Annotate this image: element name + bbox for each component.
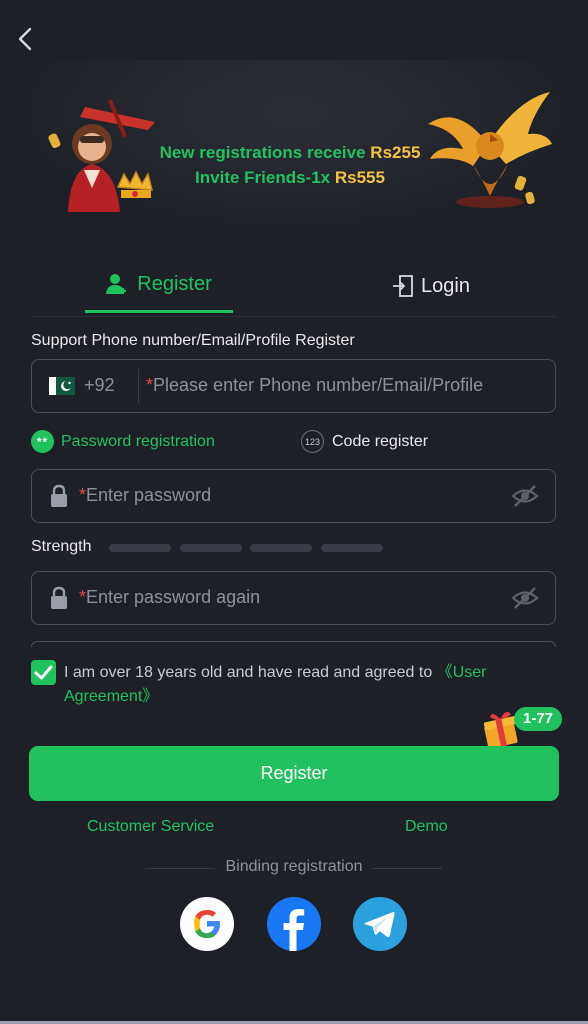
tab-login[interactable]: Login xyxy=(361,258,501,314)
strength-bar xyxy=(180,544,242,552)
telegram-icon[interactable] xyxy=(353,897,407,951)
support-label: Support Phone number/Email/Profile Regis… xyxy=(31,332,355,349)
confirm-password-placeholder: Enter password again xyxy=(86,587,261,607)
strength-bar xyxy=(250,544,312,552)
banner-line1-text: New registrations receive xyxy=(159,143,371,162)
required-mark: * xyxy=(79,587,87,607)
add-user-icon xyxy=(106,274,127,294)
agreement-checkbox[interactable] xyxy=(31,660,56,685)
eye-slash-icon[interactable] xyxy=(511,484,539,508)
code-register-option[interactable]: 123 Code register xyxy=(301,430,428,453)
password-mode-icon: ** xyxy=(31,430,54,453)
password-registration-label: Password registration xyxy=(61,432,215,450)
password-input[interactable]: *Enter password xyxy=(79,485,211,506)
required-mark: * xyxy=(79,485,87,505)
binding-registration-label: Binding registration xyxy=(225,858,363,875)
registration-mode-selector: ** Password registration 123 Code regist… xyxy=(31,430,556,456)
google-icon[interactable] xyxy=(180,897,234,951)
country-code[interactable]: +92 xyxy=(84,375,115,396)
banner-line-invite-bonus: Invite Friends-1x Rs555 xyxy=(140,168,440,188)
app-screen: New registrations receive Rs255 Invite F… xyxy=(0,0,588,1024)
back-icon[interactable] xyxy=(14,26,38,52)
eye-slash-icon[interactable] xyxy=(511,586,539,610)
next-field-edge xyxy=(31,641,556,647)
banner-line-register-bonus: New registrations receive Rs255 xyxy=(140,143,440,163)
gift-badge[interactable]: 1-77 xyxy=(514,707,563,731)
phone-placeholder: Please enter Phone number/Email/Profile xyxy=(153,375,484,395)
strength-label: Strength xyxy=(31,538,92,555)
facebook-icon[interactable] xyxy=(267,897,321,951)
phone-input[interactable]: *Please enter Phone number/Email/Profile xyxy=(146,375,483,396)
checkmark-icon xyxy=(34,665,53,680)
phone-field[interactable]: +92 *Please enter Phone number/Email/Pro… xyxy=(31,359,556,413)
field-divider xyxy=(138,369,139,403)
banner-line2-amount: Rs555 xyxy=(334,168,385,187)
tab-register-label: Register xyxy=(137,272,212,295)
login-door-icon xyxy=(393,275,413,297)
pakistan-flag-icon[interactable] xyxy=(49,377,75,395)
password-registration-option[interactable]: ** Password registration xyxy=(31,430,215,453)
demo-link[interactable]: Demo xyxy=(405,818,448,836)
lock-icon xyxy=(51,484,67,507)
confirm-password-field[interactable]: *Enter password again xyxy=(31,571,556,625)
customer-service-link[interactable]: Customer Service xyxy=(87,818,214,836)
strength-bar xyxy=(109,544,171,552)
register-button[interactable]: Register xyxy=(29,746,559,801)
lock-icon xyxy=(51,586,67,609)
required-mark: * xyxy=(146,375,154,395)
strength-bar xyxy=(321,544,383,552)
code-mode-icon: 123 xyxy=(301,430,324,453)
banner-line1-amount: Rs255 xyxy=(370,143,421,162)
password-field[interactable]: *Enter password xyxy=(31,469,556,523)
auth-tabs: Register Login xyxy=(31,258,556,317)
code-register-label: Code register xyxy=(332,432,429,450)
banner-line2-text: Invite Friends-1x xyxy=(195,168,335,187)
agreement-label: I am over 18 years old and have read and… xyxy=(64,664,437,681)
confirm-password-input[interactable]: *Enter password again xyxy=(79,587,260,608)
tab-login-label: Login xyxy=(421,274,470,297)
password-placeholder: Enter password xyxy=(86,485,212,505)
agreement-text: I am over 18 years old and have read and… xyxy=(64,661,544,709)
tab-register[interactable]: Register xyxy=(85,258,233,313)
